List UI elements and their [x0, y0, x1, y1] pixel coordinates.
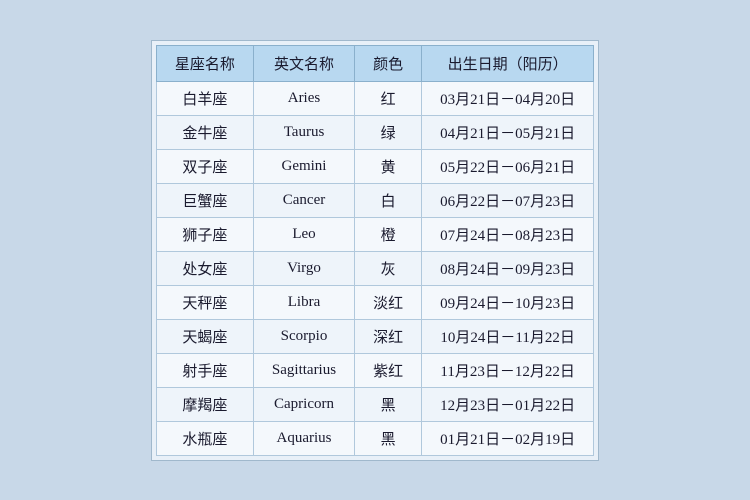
- cell-chinese-name: 金牛座: [156, 115, 253, 149]
- cell-dates: 06月22日－07月23日: [422, 183, 594, 217]
- cell-color: 白: [355, 183, 422, 217]
- cell-color: 深红: [355, 319, 422, 353]
- cell-english-name: Aries: [253, 81, 354, 115]
- cell-english-name: Scorpio: [253, 319, 354, 353]
- cell-chinese-name: 摩羯座: [156, 387, 253, 421]
- cell-dates: 12月23日－01月22日: [422, 387, 594, 421]
- col-header-chinese: 星座名称: [156, 45, 253, 81]
- cell-color: 黄: [355, 149, 422, 183]
- cell-color: 红: [355, 81, 422, 115]
- table-body: 白羊座Aries红03月21日－04月20日金牛座Taurus绿04月21日－0…: [156, 81, 593, 455]
- cell-english-name: Leo: [253, 217, 354, 251]
- cell-color: 绿: [355, 115, 422, 149]
- cell-dates: 08月24日－09月23日: [422, 251, 594, 285]
- table-row: 狮子座Leo橙07月24日－08月23日: [156, 217, 593, 251]
- cell-dates: 11月23日－12月22日: [422, 353, 594, 387]
- cell-chinese-name: 白羊座: [156, 81, 253, 115]
- col-header-color: 颜色: [355, 45, 422, 81]
- table-row: 处女座Virgo灰08月24日－09月23日: [156, 251, 593, 285]
- table-row: 金牛座Taurus绿04月21日－05月21日: [156, 115, 593, 149]
- col-header-english: 英文名称: [253, 45, 354, 81]
- cell-chinese-name: 双子座: [156, 149, 253, 183]
- cell-english-name: Taurus: [253, 115, 354, 149]
- cell-chinese-name: 天秤座: [156, 285, 253, 319]
- cell-chinese-name: 水瓶座: [156, 421, 253, 455]
- cell-chinese-name: 狮子座: [156, 217, 253, 251]
- cell-dates: 09月24日－10月23日: [422, 285, 594, 319]
- cell-english-name: Libra: [253, 285, 354, 319]
- cell-chinese-name: 天蝎座: [156, 319, 253, 353]
- cell-dates: 05月22日－06月21日: [422, 149, 594, 183]
- cell-color: 橙: [355, 217, 422, 251]
- cell-english-name: Gemini: [253, 149, 354, 183]
- cell-dates: 10月24日－11月22日: [422, 319, 594, 353]
- cell-dates: 07月24日－08月23日: [422, 217, 594, 251]
- zodiac-table: 星座名称 英文名称 颜色 出生日期（阳历） 白羊座Aries红03月21日－04…: [156, 45, 594, 456]
- zodiac-table-container: 星座名称 英文名称 颜色 出生日期（阳历） 白羊座Aries红03月21日－04…: [151, 40, 599, 461]
- table-row: 水瓶座Aquarius黑01月21日－02月19日: [156, 421, 593, 455]
- table-row: 天秤座Libra淡红09月24日－10月23日: [156, 285, 593, 319]
- table-row: 白羊座Aries红03月21日－04月20日: [156, 81, 593, 115]
- cell-dates: 01月21日－02月19日: [422, 421, 594, 455]
- cell-english-name: Capricorn: [253, 387, 354, 421]
- table-row: 摩羯座Capricorn黑12月23日－01月22日: [156, 387, 593, 421]
- cell-dates: 03月21日－04月20日: [422, 81, 594, 115]
- cell-english-name: Aquarius: [253, 421, 354, 455]
- table-header-row: 星座名称 英文名称 颜色 出生日期（阳历）: [156, 45, 593, 81]
- table-row: 双子座Gemini黄05月22日－06月21日: [156, 149, 593, 183]
- cell-chinese-name: 处女座: [156, 251, 253, 285]
- cell-dates: 04月21日－05月21日: [422, 115, 594, 149]
- cell-color: 黑: [355, 387, 422, 421]
- cell-color: 黑: [355, 421, 422, 455]
- cell-english-name: Sagittarius: [253, 353, 354, 387]
- cell-english-name: Cancer: [253, 183, 354, 217]
- cell-color: 灰: [355, 251, 422, 285]
- table-row: 射手座Sagittarius紫红11月23日－12月22日: [156, 353, 593, 387]
- cell-color: 淡红: [355, 285, 422, 319]
- cell-chinese-name: 巨蟹座: [156, 183, 253, 217]
- cell-color: 紫红: [355, 353, 422, 387]
- cell-english-name: Virgo: [253, 251, 354, 285]
- cell-chinese-name: 射手座: [156, 353, 253, 387]
- table-row: 天蝎座Scorpio深红10月24日－11月22日: [156, 319, 593, 353]
- col-header-dates: 出生日期（阳历）: [422, 45, 594, 81]
- table-row: 巨蟹座Cancer白06月22日－07月23日: [156, 183, 593, 217]
